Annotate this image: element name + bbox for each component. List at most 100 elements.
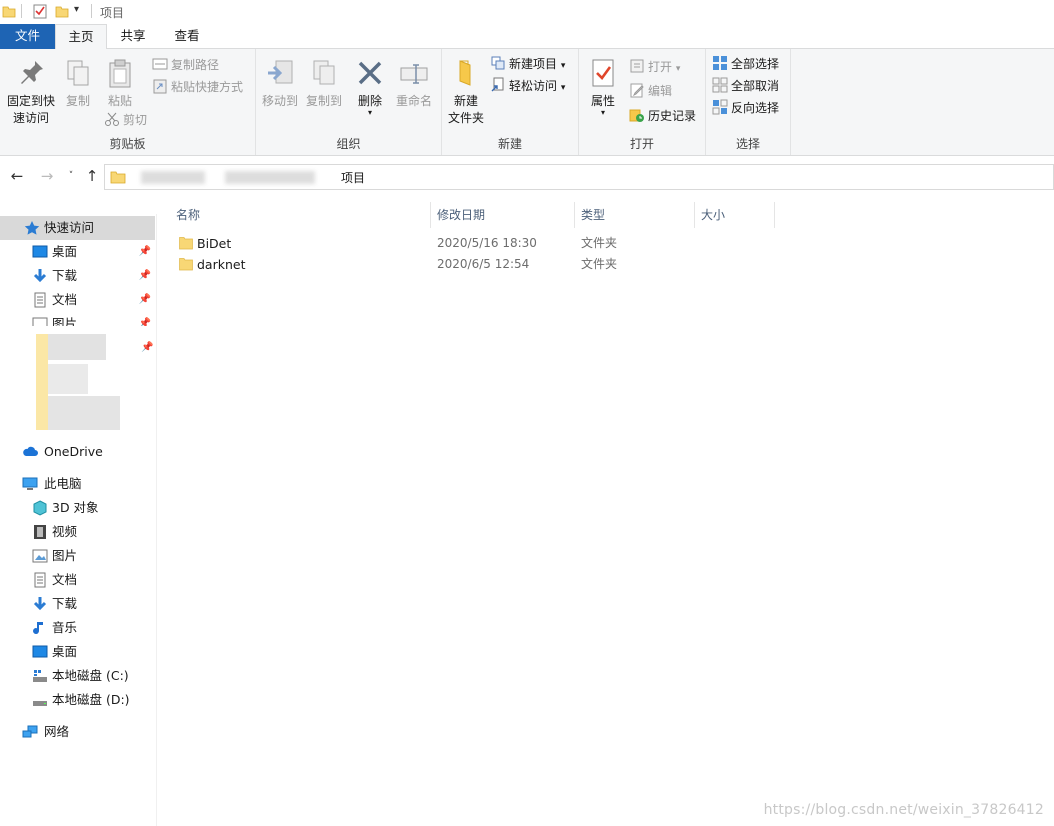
cloud-icon	[23, 446, 38, 456]
pin-icon: 📌	[138, 270, 151, 281]
file-modified: 2020/5/16 18:30	[437, 236, 537, 250]
delete-label: 删除	[357, 94, 382, 108]
nav-item-downloads[interactable]: 下载 📌	[0, 264, 155, 288]
back-arrow-icon[interactable]: ←	[8, 167, 26, 185]
nav-item-drive-d[interactable]: 本地磁盘 (D:)	[0, 688, 155, 712]
organize-group: 移动到 复制到 删除 ▾ 重命名 组织	[256, 49, 442, 155]
folder-icon	[110, 171, 126, 184]
new-folder-button[interactable]: 新建 文件夹	[446, 53, 486, 127]
paste-button[interactable]: 粘贴	[100, 53, 140, 110]
desktop-icon	[32, 245, 48, 258]
nav-quick-access-label: 快速访问	[44, 220, 95, 235]
pin-label: 固定到快	[6, 94, 55, 108]
address-bar[interactable]: 项目	[104, 164, 1054, 190]
ribbon: 固定到快 速访问 复制 粘贴 复制路径 粘贴快捷方式 剪切 剪贴板 移动到 复制	[0, 49, 1054, 156]
properties-button[interactable]: 属性 ▾	[585, 53, 621, 117]
copy-path-label: 复制路径	[171, 58, 220, 72]
tab-home[interactable]: 主页	[55, 24, 107, 50]
properties-icon[interactable]	[32, 3, 48, 19]
select-none-button[interactable]: 全部取消	[712, 76, 779, 96]
tab-view[interactable]: 查看	[160, 24, 214, 49]
pin-quick-access-button[interactable]: 固定到快 速访问	[4, 53, 58, 127]
paste-icon	[109, 59, 131, 88]
forward-arrow-icon[interactable]: →	[38, 167, 56, 185]
title-bar: ▾ 项目	[0, 0, 1054, 24]
select-group-label: 选择	[735, 137, 760, 151]
recent-locations-icon[interactable]: ˅	[62, 167, 80, 185]
nav-item-desktop[interactable]: 桌面 📌	[0, 240, 155, 264]
file-list: 名称 修改日期 类型 大小 BiDet 2020/5/16 18:30 文件夹 …	[158, 197, 1054, 826]
open-button[interactable]: 打开 ▾	[629, 57, 680, 77]
picture-icon	[32, 317, 48, 326]
column-header-type[interactable]: 类型	[575, 202, 695, 228]
nav-item-videos[interactable]: 视频	[0, 520, 155, 544]
nav-onedrive[interactable]: OneDrive	[0, 440, 155, 464]
delete-dropdown-icon: ▾	[367, 108, 372, 117]
copy-to-icon	[313, 60, 335, 85]
customize-dropdown-icon[interactable]: ▾	[74, 4, 79, 15]
nav-this-pc-label: 此电脑	[44, 476, 82, 491]
nav-quick-access[interactable]: 快速访问	[0, 216, 155, 240]
ribbon-tabs: 文件 主页 共享 查看	[0, 24, 1054, 50]
tab-file[interactable]: 文件	[0, 24, 55, 49]
history-button[interactable]: 历史记录	[629, 106, 696, 126]
nav-item-pictures-pc[interactable]: 图片	[0, 544, 155, 568]
nav-item-pictures[interactable]: 图片 📌	[0, 312, 155, 326]
nav-this-pc[interactable]: 此电脑	[0, 472, 155, 496]
nav-item-documents-pc[interactable]: 文档	[0, 568, 155, 592]
nav-item-music[interactable]: 音乐	[0, 616, 155, 640]
clipboard-group-label: 剪贴板	[109, 137, 146, 151]
delete-button[interactable]: 删除 ▾	[352, 53, 388, 117]
move-to-label: 移动到	[261, 94, 298, 108]
column-header-size[interactable]: 大小	[695, 202, 775, 228]
select-all-button[interactable]: 全部选择	[712, 54, 779, 74]
navigation-pane: 快速访问 桌面 📌 下载 📌 文档 📌 图片 📌 📌 OneDrive 此电脑 …	[0, 214, 157, 826]
nav-item-label: 本地磁盘 (D:)	[52, 692, 130, 707]
nav-item-desktop-pc[interactable]: 桌面	[0, 640, 155, 664]
rename-button[interactable]: 重命名	[392, 53, 436, 110]
edit-button[interactable]: 编辑	[629, 81, 672, 101]
nav-item-label: 视频	[52, 524, 78, 539]
rename-icon	[400, 64, 428, 84]
picture-icon	[32, 549, 48, 563]
column-header-modified[interactable]: 修改日期	[431, 202, 575, 228]
delete-x-icon	[358, 61, 382, 85]
new-folder-icon[interactable]	[55, 4, 69, 18]
nav-onedrive-label: OneDrive	[44, 444, 103, 459]
nav-item-drive-c[interactable]: 本地磁盘 (C:)	[0, 664, 155, 688]
computer-icon	[22, 477, 38, 490]
edit-label: 编辑	[648, 84, 673, 98]
nav-item-documents[interactable]: 文档 📌	[0, 288, 155, 312]
file-row[interactable]: darknet 2020/6/5 12:54 文件夹	[170, 254, 1054, 275]
star-icon	[24, 221, 40, 235]
column-header-name[interactable]: 名称	[170, 202, 431, 228]
up-arrow-icon[interactable]: ↑	[83, 167, 101, 185]
file-type: 文件夹	[581, 257, 618, 271]
paste-shortcut-button[interactable]: 粘贴快捷方式	[152, 77, 243, 97]
invert-selection-button[interactable]: 反向选择	[712, 98, 779, 118]
copy-to-button[interactable]: 复制到	[302, 53, 346, 110]
cut-button[interactable]: 剪切	[104, 110, 147, 130]
document-icon	[34, 572, 46, 588]
file-row[interactable]: BiDet 2020/5/16 18:30 文件夹	[170, 233, 1054, 254]
copy-button[interactable]: 复制	[60, 53, 96, 110]
new-group: 新建 文件夹 新建项目 ▾ 轻松访问 ▾ 新建	[442, 49, 579, 155]
nav-item-label: 下载	[52, 596, 78, 611]
nav-item-label: 图片	[52, 548, 78, 563]
breadcrumb-current[interactable]: 项目	[341, 169, 365, 186]
nav-item-downloads-pc[interactable]: 下载	[0, 592, 155, 616]
pin-icon	[21, 61, 43, 84]
new-item-dropdown-icon: ▾	[560, 61, 566, 71]
nav-network[interactable]: 网络	[0, 720, 155, 744]
new-item-button[interactable]: 新建项目 ▾	[490, 54, 565, 74]
easy-access-button[interactable]: 轻松访问 ▾	[490, 76, 565, 96]
tab-share[interactable]: 共享	[107, 24, 159, 49]
select-all-icon	[713, 56, 727, 70]
move-to-button[interactable]: 移动到	[258, 53, 302, 110]
nav-item-3d-objects[interactable]: 3D 对象	[0, 496, 155, 520]
copy-path-button[interactable]: 复制路径	[152, 55, 219, 75]
download-icon	[33, 597, 47, 611]
easy-access-label: 轻松访问	[509, 79, 558, 93]
paste-label: 粘贴	[107, 94, 132, 108]
new-folder-label: 新建	[453, 94, 478, 108]
